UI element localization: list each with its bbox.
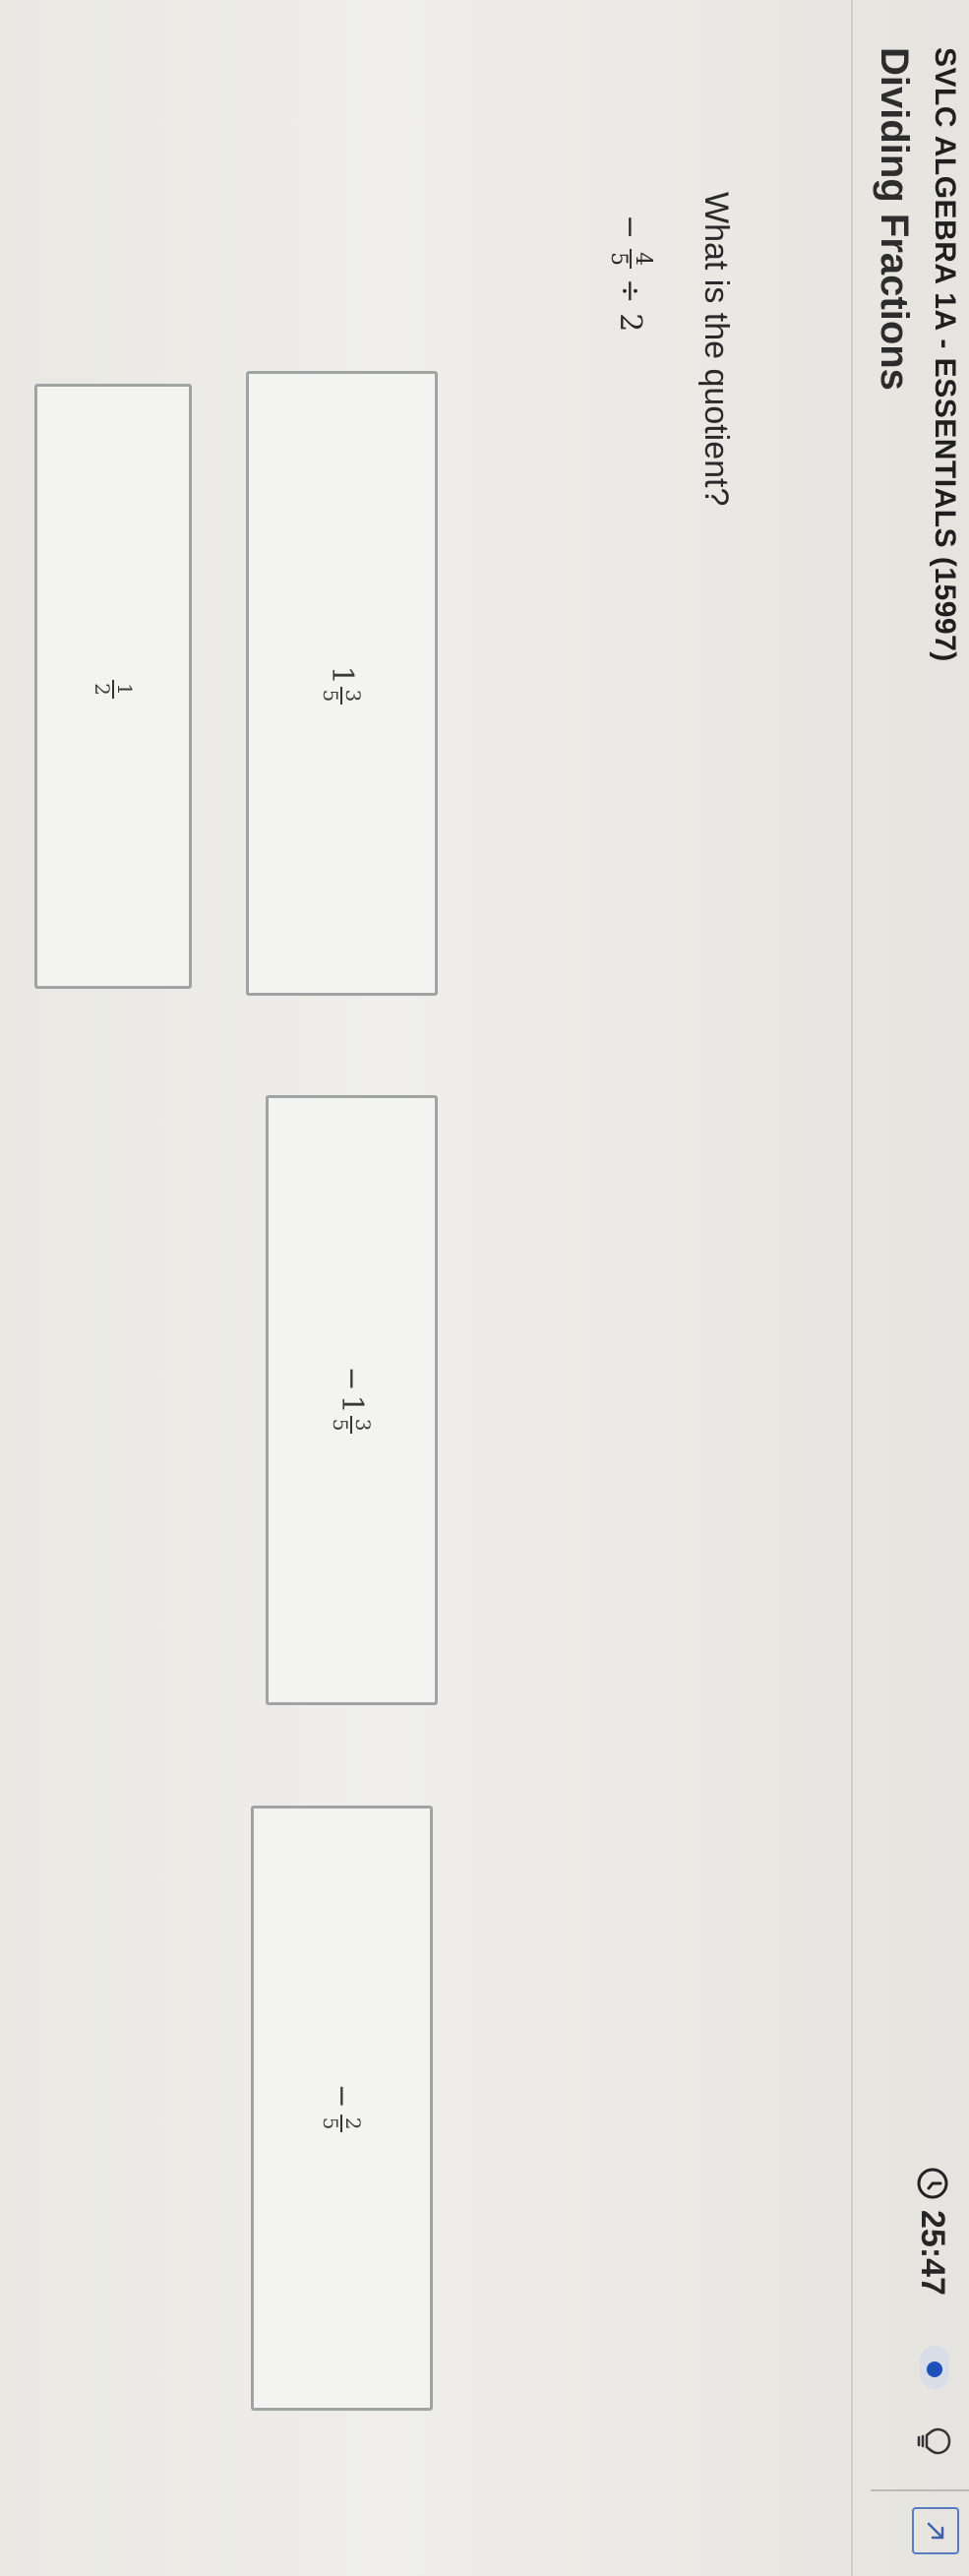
- expression-sign: −: [613, 215, 648, 240]
- choice-numerator: 1: [112, 680, 137, 699]
- answer-choice-2[interactable]: − 1 3 5: [266, 1095, 438, 1705]
- hint-button[interactable]: [912, 2419, 957, 2464]
- choice-denominator: 5: [329, 1418, 353, 1432]
- header-divider: [871, 2489, 969, 2491]
- lightbulb-icon: [917, 2427, 951, 2455]
- choice-whole: 1: [325, 665, 359, 685]
- choice-numerator: 3: [340, 686, 366, 705]
- choice-fraction: 3 5: [319, 686, 366, 705]
- choice-fraction: 3 5: [329, 1415, 376, 1435]
- clock-icon: [917, 2168, 948, 2199]
- timer: 25:47: [910, 2167, 955, 2296]
- expression-numerator: 4: [629, 249, 655, 270]
- progress-dot-icon: [920, 2346, 949, 2389]
- answer-choice-3[interactable]: − 2 5: [251, 1806, 433, 2411]
- choice-sign: −: [334, 1366, 369, 1391]
- expression-operator: ÷: [613, 278, 648, 304]
- lesson-title: Dividing Fractions: [873, 47, 916, 391]
- choice-whole: 1: [334, 1394, 369, 1414]
- choice-sign: −: [325, 2083, 359, 2109]
- choice-fraction: 1 2: [91, 680, 137, 699]
- expand-button[interactable]: [912, 2507, 959, 2554]
- choice-fraction: 2 5: [319, 2114, 366, 2133]
- choice-numerator: 3: [350, 1415, 376, 1435]
- answer-choice-1[interactable]: 1 3 5: [246, 371, 438, 996]
- page: SVLC ALGEBRA 1A - ESSENTIALS (15997) Div…: [0, 0, 969, 2576]
- expand-arrow-icon: [927, 2522, 944, 2540]
- choice-denominator: 5: [319, 2116, 343, 2130]
- question-expression: − 4 5 ÷ 2: [605, 215, 655, 333]
- choice-denominator: 2: [91, 683, 114, 696]
- expression-divisor: 2: [613, 313, 648, 333]
- header-bar: SVLC ALGEBRA 1A - ESSENTIALS (15997) Div…: [851, 0, 969, 2576]
- answer-choice-4[interactable]: 1 2: [34, 384, 192, 989]
- choice-numerator: 2: [340, 2114, 366, 2133]
- course-title: SVLC ALGEBRA 1A - ESSENTIALS (15997): [929, 47, 961, 662]
- timer-text: 25:47: [914, 2210, 952, 2296]
- question-prompt: What is the quotient?: [697, 192, 735, 507]
- choice-denominator: 5: [319, 689, 343, 703]
- expression-denominator: 5: [605, 252, 631, 267]
- expression-fraction: 4 5: [605, 249, 655, 270]
